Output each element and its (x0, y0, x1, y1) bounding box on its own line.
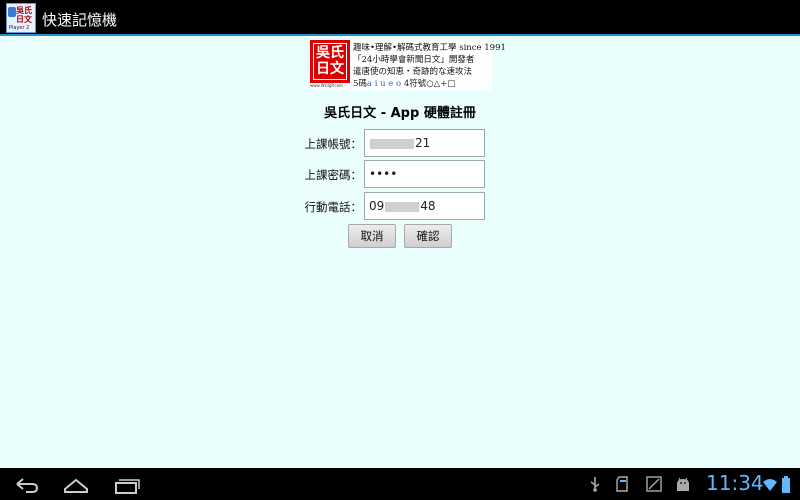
account-label: 上課帳號： (304, 137, 363, 151)
banner-line-3: 遣唐使の知恵・奇跡的な速攻法 (353, 67, 473, 77)
back-icon[interactable] (12, 468, 42, 500)
app-title-bar: 吳氏 日文 Player 2 快速記憶機 (0, 0, 800, 36)
banner-line-1: 趣味•理解•解碼式教育工學 since 1991 (353, 43, 506, 53)
confirm-button[interactable]: 確認 (404, 224, 452, 248)
app-title: 快速記憶機 (42, 11, 118, 29)
brand-logo: 吳氏 日文 (310, 40, 350, 83)
android-debug-icon (677, 477, 689, 491)
banner-line-4: 5碼a i u e o 4符號○△+□ (353, 79, 456, 89)
account-field[interactable]: 21 (364, 129, 485, 157)
cancel-button[interactable]: 取消 (348, 224, 396, 248)
banner-line-2: 「24小時學會新聞日文」開發者 (353, 55, 475, 65)
battery-icon (782, 476, 790, 493)
system-nav-bar: 11:34 (0, 468, 800, 500)
password-field[interactable]: •••• (364, 160, 485, 188)
app-icon[interactable]: 吳氏 日文 Player 2 (6, 3, 36, 33)
page-title: 吳氏日文 - App 硬體註冊 (324, 106, 476, 121)
puzzle-icon (8, 7, 16, 17)
password-label: 上課密碼： (304, 168, 363, 182)
redacted-text (370, 138, 414, 149)
recent-apps-icon[interactable] (110, 468, 142, 500)
app-icon-text: 吳氏 日文 (16, 5, 32, 24)
usb-icon (590, 477, 600, 492)
clock: 11:34 (706, 471, 764, 495)
phone-field[interactable]: 09 48 (364, 192, 485, 220)
screenshot-icon (646, 476, 662, 492)
logo-url: www.WUSJP.com (310, 83, 343, 88)
wifi-icon (763, 479, 777, 491)
promo-banner: 吳氏 日文 www.WUSJP.com 趣味•理解•解碼式教育工學 since 1… (310, 40, 506, 90)
redacted-text (385, 201, 420, 212)
home-icon[interactable] (60, 468, 92, 500)
app-icon-subtitle: Player 2 (9, 25, 30, 31)
sd-card-icon (616, 476, 628, 492)
phone-label: 行動電話： (304, 200, 363, 214)
